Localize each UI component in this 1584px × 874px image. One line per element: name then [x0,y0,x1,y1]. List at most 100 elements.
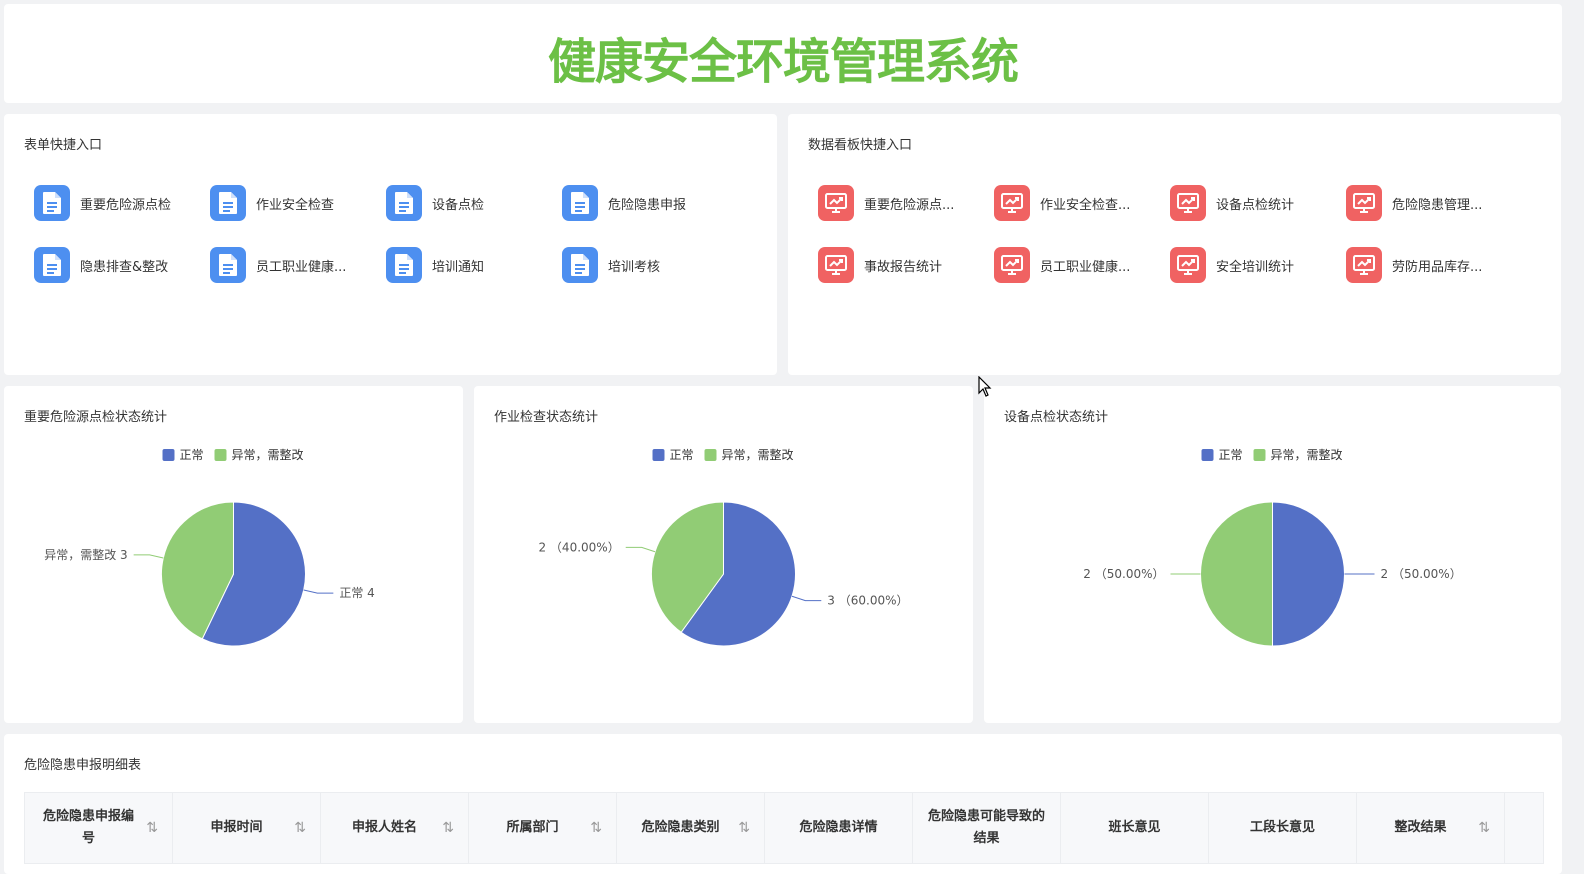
shortcut-label: 培训通知 [432,259,485,275]
chart-board-icon [818,247,854,283]
chart-board-icon [818,185,854,221]
shortcut-item[interactable]: 劳防用品库存... [1346,247,1482,283]
shortcut-label: 设备点检 [432,197,485,213]
document-icon [34,247,70,283]
sort-arrows-icon[interactable]: ⇅ [442,820,454,836]
legend-item[interactable]: 异常，需整改 [704,447,794,462]
pie-card-work-check: 作业检查状态统计 正常 异常，需整改 3 （60.00%） 2 （40.00%） [474,386,973,723]
shortcut-item[interactable]: 安全培训统计 [1170,247,1294,283]
pie-chart-hazard-inspection: 正常 异常，需整改正常 4 异常，需整改 3 [44,447,375,647]
legend-item[interactable]: 正常 [162,448,204,462]
shortcut-item[interactable]: 作业安全检查... [994,185,1130,221]
shortcut-item[interactable]: 危险隐患申报 [562,185,686,221]
legend-item[interactable]: 异常，需整改 [1253,447,1343,462]
column-header[interactable]: 所属部门 ⇅ [469,793,617,863]
pie-card-equipment-inspection: 设备点检状态统计 正常 异常，需整改 2 （50.00%） 2 （50.00%） [984,386,1561,723]
column-header[interactable]: 危险隐患类别 ⇅ [617,793,765,863]
shortcut-label: 危险隐患管理... [1392,197,1483,213]
column-header[interactable]: 班长意见 [1061,793,1209,863]
column-header[interactable]: 工段长意见 [1209,793,1357,863]
legend-label: 正常 [670,448,694,462]
pie-slice-label: 2 （50.00%） [1083,567,1164,581]
pie-chart-equipment-inspection: 正常 异常，需整改 2 （50.00%） 2 （50.00%） [1083,447,1462,647]
document-icon [210,185,246,221]
pie-slice[interactable] [1272,501,1345,647]
shortcut-label: 危险隐患申报 [608,197,687,213]
shortcut-item[interactable]: 隐患排查&整改 [34,247,168,283]
legend-swatch [1253,449,1266,461]
form-shortcuts-title: 表单快捷入口 [24,138,103,153]
table-header: 危险隐患申报编号 ⇅ 申报时间 ⇅ 申报人姓名 ⇅ 所属部门 ⇅ 危险隐患类别 ⇅ 危险隐患详情 危险… [24,792,1544,864]
shortcut-label: 培训考核 [608,259,661,275]
sort-arrows-icon[interactable]: ⇅ [294,820,306,836]
column-header[interactable]: 危险隐患可能导致的结果 [913,793,1061,863]
shortcut-label: 安全培训统计 [1216,259,1295,275]
chart-board-icon [1346,247,1382,283]
column-header-label: 工段长意见 [1249,820,1315,835]
sort-arrows-icon[interactable]: ⇅ [590,820,602,836]
pie-slice[interactable] [1200,501,1273,647]
hazard-report-table-card: 危险隐患申报明细表 危险隐患申报编号 ⇅ 申报时间 ⇅ 申报人姓名 ⇅ 所属部门 ⇅ 危险隐患类… [4,734,1562,874]
legend-label: 异常，需整改 [232,447,304,462]
column-header[interactable]: 申报时间 ⇅ [173,793,321,863]
form-shortcuts-panel: 表单快捷入口 重要危险源点检 作业安全检查 设备点检 危险隐患申报隐患排查&整改 员工职… [4,114,777,375]
document-icon [562,247,598,283]
shortcut-item[interactable]: 培训通知 [386,247,484,283]
document-icon [386,185,422,221]
pie-chart-work-check: 正常 异常，需整改 3 （60.00%） 2 （40.00%） [538,447,909,647]
shortcut-item[interactable]: 事故报告统计 [818,247,942,283]
chart-board-icon [994,185,1030,221]
legend-item[interactable]: 正常 [652,448,694,462]
column-header-label: 整改结果 [1394,820,1447,835]
column-header[interactable]: 危险隐患详情 [765,793,913,863]
dashboard-shortcuts-panel: 数据看板快捷入口 重要危险源点... 作业安全检查... 设备点检统计 危险隐患管理.… [788,114,1561,375]
shortcut-item[interactable]: 重要危险源点检 [34,185,171,221]
document-icon [562,185,598,221]
shortcut-item[interactable]: 设备点检统计 [1170,185,1294,221]
shortcut-label: 隐患排查&整改 [80,259,169,275]
chart-board-icon [1170,247,1206,283]
page-title: 健康安全环境管理系统 [547,34,1019,90]
sort-arrows-icon[interactable]: ⇅ [1478,820,1490,836]
sort-arrows-icon[interactable]: ⇅ [146,820,158,836]
shortcut-item[interactable]: 危险隐患管理... [1346,185,1482,221]
header-card: 健康安全环境管理系统 [4,4,1562,103]
shortcut-label: 事故报告统计 [864,259,943,275]
pie-card-hazard-inspection: 重要危险源点检状态统计 正常 异常，需整改 正常 4 异常，需整改 3 [4,386,463,723]
pie-slice-label: 正常 4 [339,586,374,600]
pie-slice-label: 3 （60.00%） [827,594,908,608]
column-header-label: 危险隐患可能导致的结果 [927,809,1045,846]
shortcut-item[interactable]: 培训考核 [562,247,660,283]
shortcut-label: 重要危险源点... [864,197,955,213]
column-header[interactable]: 申报人姓名 ⇅ [321,793,469,863]
shortcut-label: 作业安全检查... [1040,197,1131,213]
column-header-label: 危险隐患类别 [641,820,720,835]
column-header-label: 班长意见 [1108,820,1161,835]
shortcut-label: 作业安全检查 [256,197,335,213]
legend-label: 异常，需整改 [722,447,794,462]
document-icon [34,185,70,221]
shortcut-item[interactable]: 设备点检 [386,185,484,221]
legend-item[interactable]: 正常 [1201,448,1243,462]
legend-item[interactable]: 异常，需整改 [214,447,304,462]
legend-swatch [214,449,227,461]
legend-label: 正常 [180,448,204,462]
column-header[interactable]: 危险隐患申报编号 ⇅ [25,793,173,863]
column-header-label: 所属部门 [506,820,559,835]
pie-slice-label: 异常，需整改 3 [44,547,127,562]
shortcut-item[interactable]: 作业安全检查 [210,185,334,221]
pie-slice-label: 2 （40.00%） [538,540,619,554]
shortcut-item[interactable]: 员工职业健康... [210,247,346,283]
shortcut-item[interactable]: 重要危险源点... [818,185,954,221]
sort-arrows-icon[interactable]: ⇅ [738,820,750,836]
legend-label: 异常，需整改 [1271,447,1343,462]
column-header[interactable]: 整改结果 ⇅ [1357,793,1505,863]
legend-swatch [704,449,717,461]
document-icon [210,247,246,283]
column-header-label: 申报人姓名 [351,820,417,835]
chart-board-icon [994,247,1030,283]
document-icon [386,247,422,283]
pie-label-line [133,554,164,559]
shortcut-item[interactable]: 员工职业健康... [994,247,1130,283]
chart-board-icon [1346,185,1382,221]
